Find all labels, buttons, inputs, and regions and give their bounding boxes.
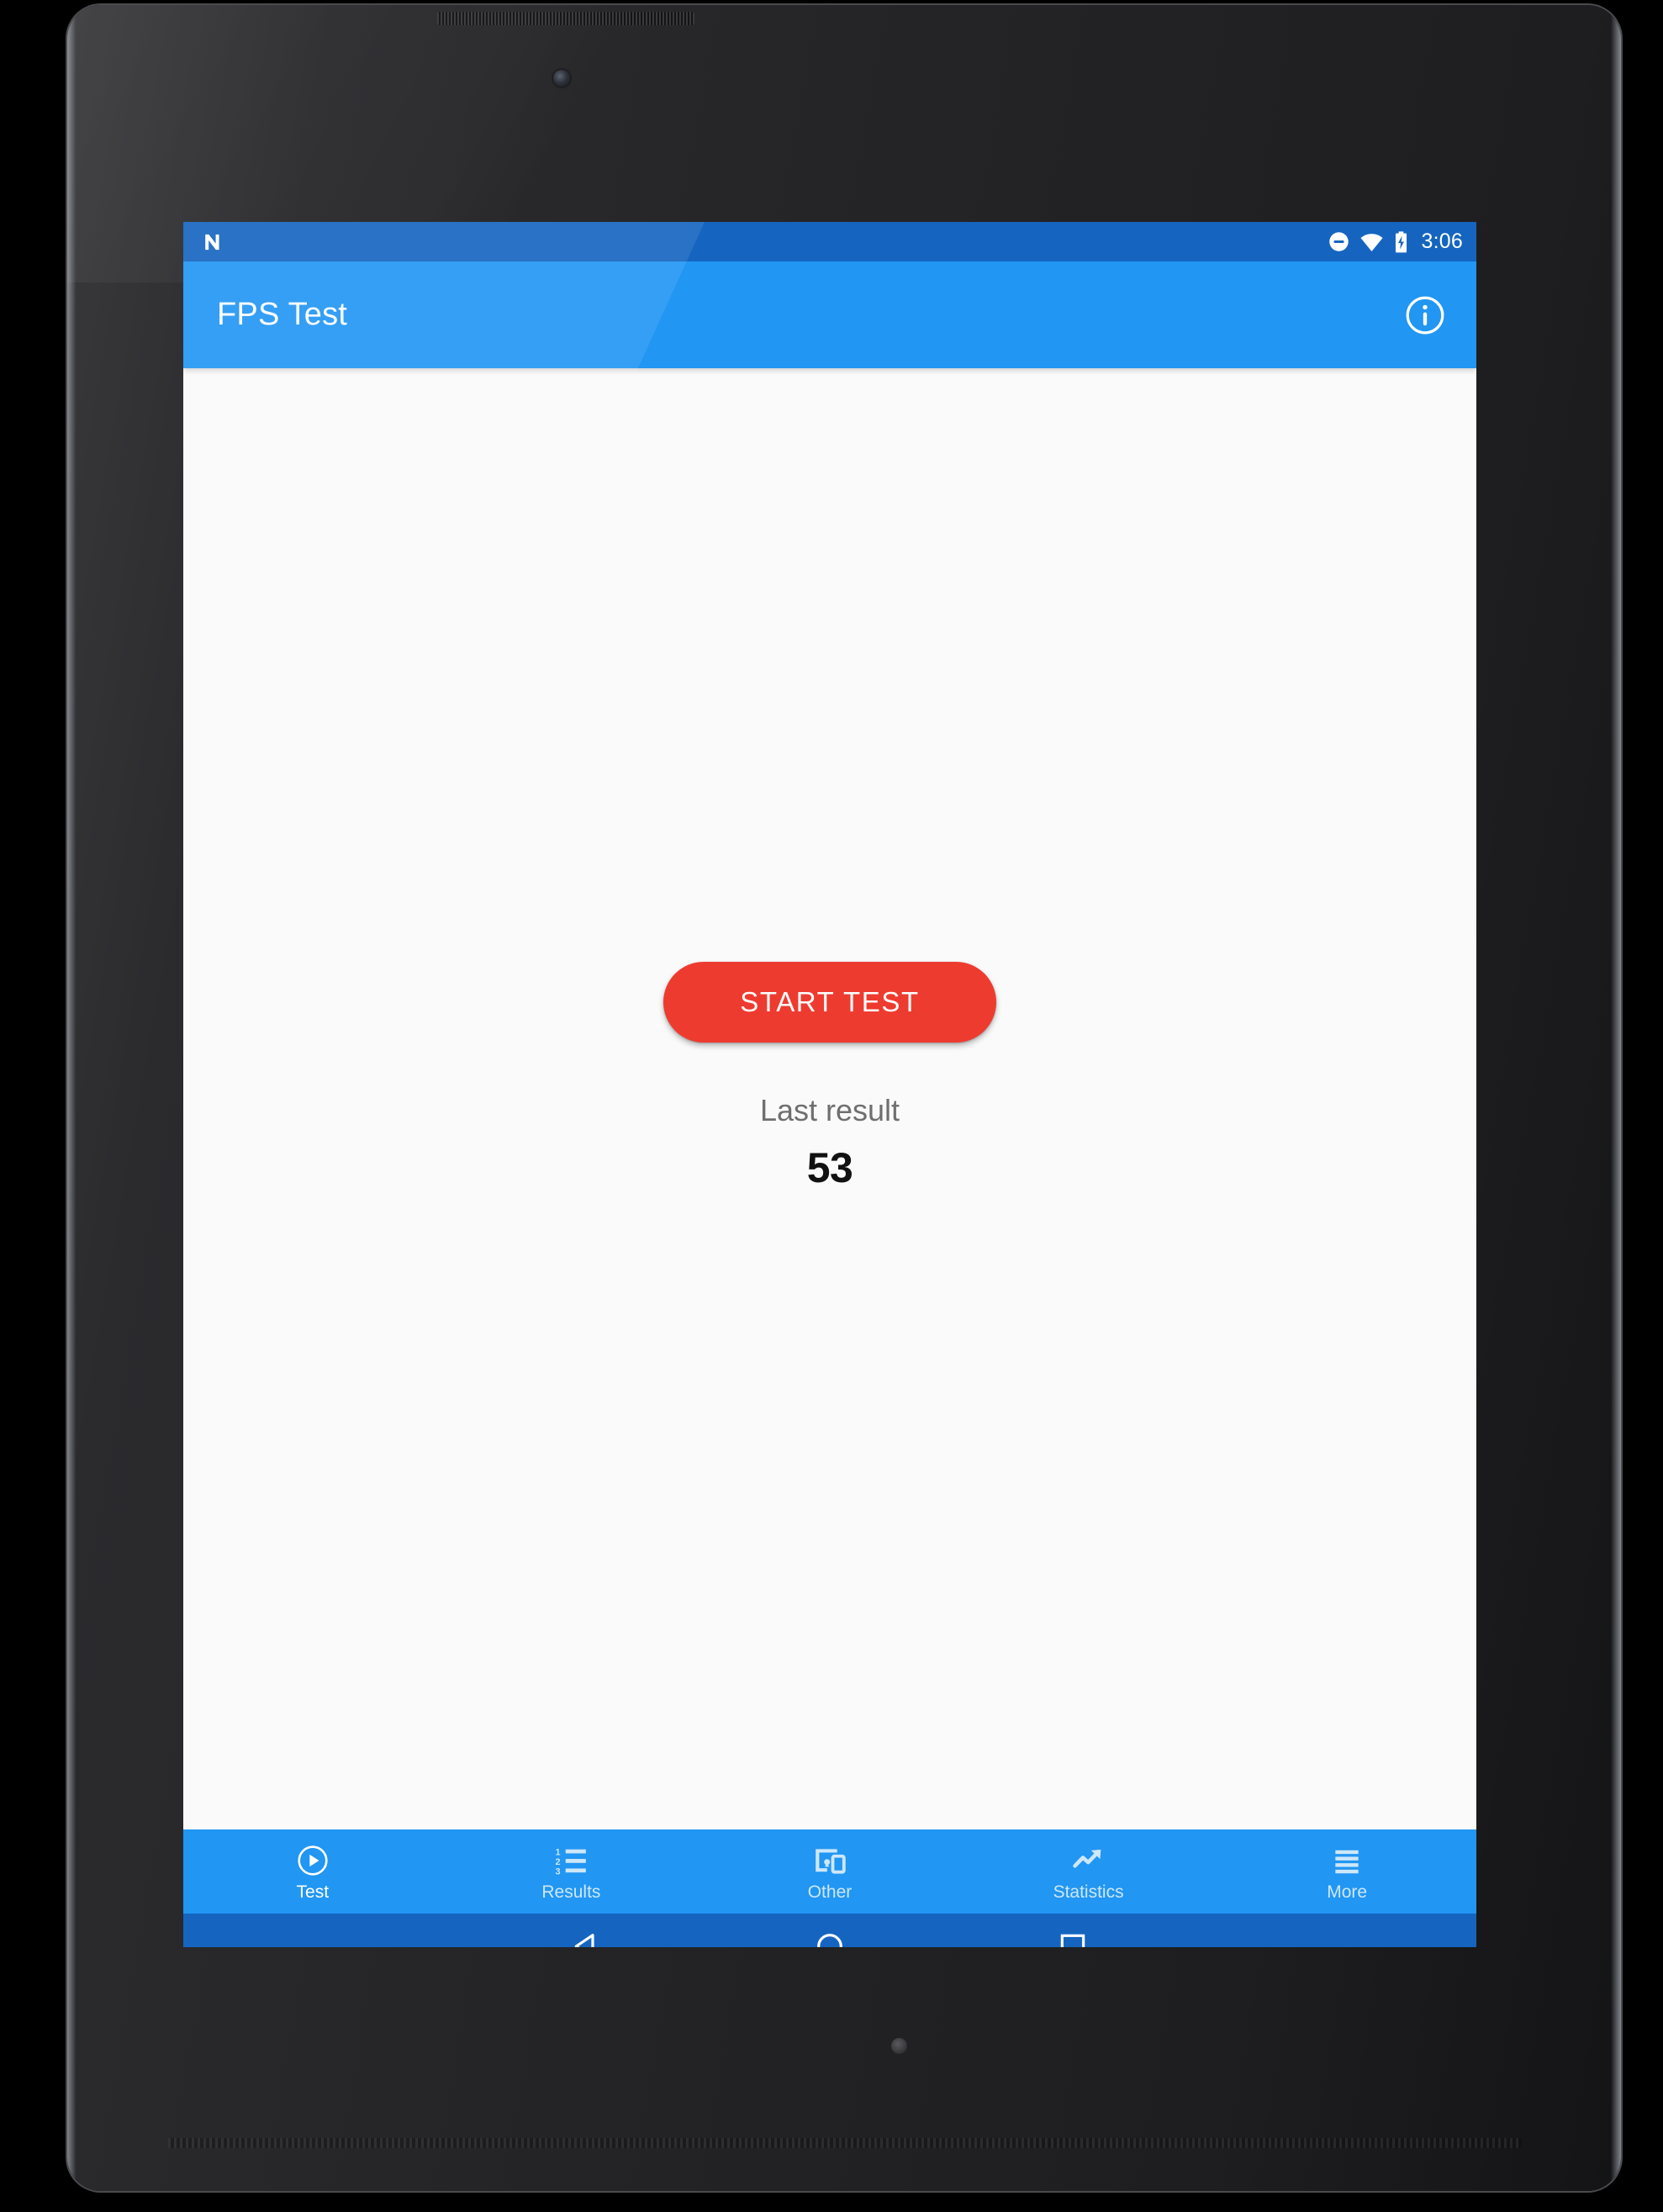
nav-label-more: More bbox=[1327, 1882, 1368, 1902]
back-button[interactable] bbox=[556, 1915, 618, 1947]
recents-square-icon bbox=[1060, 1934, 1085, 1947]
devices-icon bbox=[816, 1848, 846, 1874]
nav-item-test[interactable]: Test bbox=[183, 1829, 442, 1914]
bottom-speaker-grille bbox=[168, 2138, 1522, 2148]
play-circle-icon bbox=[298, 1845, 328, 1876]
home-circle-icon bbox=[817, 1934, 842, 1947]
nougat-n-logo-icon bbox=[205, 234, 219, 250]
svg-text:2: 2 bbox=[556, 1857, 561, 1867]
tablet-device-frame: 3:06 FPS Test START TEST Last result 53 … bbox=[67, 5, 1621, 2191]
back-triangle-icon bbox=[574, 1934, 594, 1947]
nav-item-statistics[interactable]: Statistics bbox=[959, 1829, 1218, 1914]
nav-label-other: Other bbox=[807, 1882, 853, 1902]
svg-text:3: 3 bbox=[556, 1866, 561, 1877]
recents-button[interactable] bbox=[1042, 1915, 1104, 1947]
nav-item-more[interactable]: More bbox=[1217, 1829, 1476, 1914]
nav-label-statistics: Statistics bbox=[1053, 1882, 1124, 1902]
bottom-navigation-bar: Test 1 2 3 Results Other Statistics More bbox=[183, 1829, 1476, 1914]
status-bar-clock: 3:06 bbox=[1421, 230, 1463, 253]
status-bar-icons: 3:06 bbox=[1328, 230, 1463, 254]
device-right-edge bbox=[1611, 5, 1621, 2191]
wifi-icon bbox=[1359, 234, 1383, 251]
status-bar: 3:06 bbox=[183, 222, 1476, 261]
bottom-sensor-dot bbox=[891, 2038, 907, 2054]
hamburger-menu-icon bbox=[1335, 1850, 1359, 1873]
device-screen: 3:06 FPS Test START TEST Last result 53 … bbox=[183, 222, 1476, 1947]
front-camera-icon bbox=[553, 70, 570, 87]
last-result-value: 53 bbox=[806, 1144, 853, 1191]
device-left-edge bbox=[67, 5, 76, 2191]
info-icon bbox=[1406, 296, 1444, 334]
speaker-grille bbox=[437, 12, 694, 25]
home-button[interactable] bbox=[799, 1915, 861, 1947]
nav-item-other[interactable]: Other bbox=[700, 1829, 959, 1914]
android-system-nav-bar bbox=[183, 1914, 1476, 1947]
info-button[interactable] bbox=[1399, 289, 1451, 341]
numbered-list-icon: 1 2 3 bbox=[556, 1847, 587, 1877]
page-title: FPS Test bbox=[217, 297, 348, 332]
screenshot-root: 3:06 FPS Test START TEST Last result 53 … bbox=[0, 0, 1663, 2212]
last-result-label: Last result bbox=[759, 1093, 900, 1127]
main-content: START TEST Last result 53 bbox=[183, 368, 1476, 1829]
start-test-button[interactable]: START TEST bbox=[663, 962, 996, 1043]
battery-charging-icon bbox=[1395, 230, 1407, 252]
do-not-disturb-icon bbox=[1328, 232, 1349, 251]
trending-up-icon bbox=[1072, 1849, 1101, 1868]
svg-text:1: 1 bbox=[556, 1847, 561, 1857]
test-panel: START TEST Last result 53 bbox=[663, 962, 996, 1192]
nav-label-test: Test bbox=[296, 1882, 330, 1902]
app-bar: FPS Test bbox=[183, 261, 1476, 368]
nav-item-results[interactable]: 1 2 3 Results bbox=[442, 1829, 701, 1914]
nav-label-results: Results bbox=[541, 1882, 601, 1902]
